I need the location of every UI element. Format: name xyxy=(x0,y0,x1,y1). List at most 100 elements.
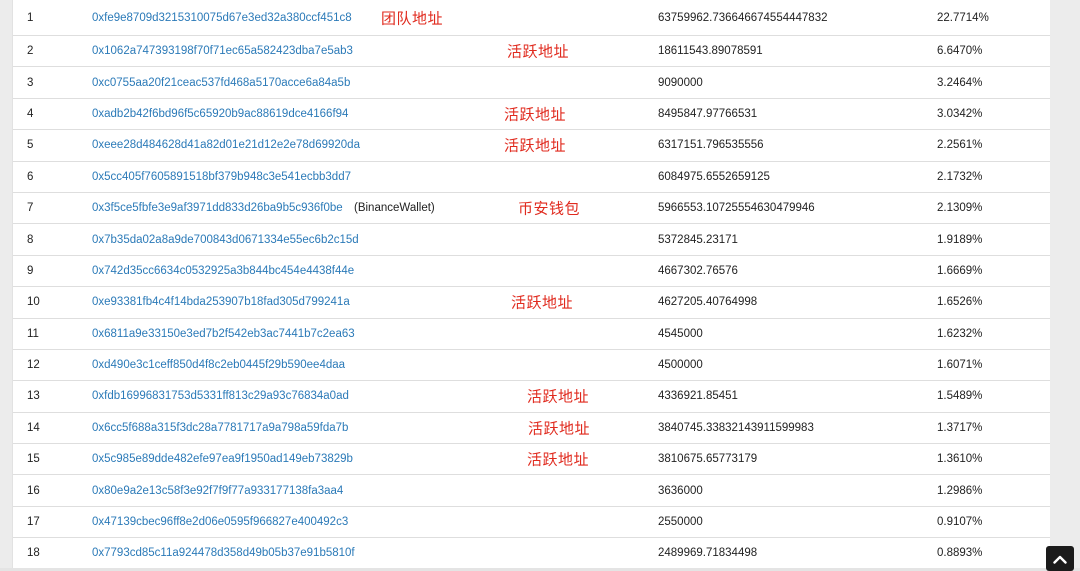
handwritten-annotation: 活跃地址 xyxy=(511,293,574,312)
holder-address-link[interactable]: 0x1062a747393198f70f71ec65a582423dba7e5a… xyxy=(92,45,353,57)
rank-cell: 11 xyxy=(27,327,39,340)
percentage-cell: 3.0342% xyxy=(937,107,983,120)
percentage-cell: 1.6669% xyxy=(937,264,983,277)
screenshot-frame: 1 0xfe9e8709d3215310075d67e3ed32a380ccf45… xyxy=(0,0,1080,571)
quantity-cell: 9090000 xyxy=(658,76,703,89)
percentage-cell: 3.2464% xyxy=(937,76,983,89)
table-row: 6 0x5cc405f7605891518bf379b948c3e541ecbb3… xyxy=(13,160,1050,192)
rank-cell: 13 xyxy=(27,390,40,403)
quantity-cell: 2489969.71834498 xyxy=(658,547,758,560)
rank-cell: 12 xyxy=(27,359,40,372)
percentage-cell: 1.6232% xyxy=(937,327,983,340)
rank-cell: 3 xyxy=(27,76,34,89)
table-row: 7 0x3f5ce5fbfe3e9af3971dd833d26ba9b5c936f… xyxy=(13,191,1050,223)
chevron-up-icon xyxy=(1053,555,1067,564)
table-row: 17 0x47139cbec96ff8e2d06e0595f966827e4004… xyxy=(13,505,1050,537)
quantity-cell: 2550000 xyxy=(658,516,703,529)
table-body: 1 0xfe9e8709d3215310075d67e3ed32a380ccf45… xyxy=(13,0,1050,569)
quantity-cell: 3810675.65773179 xyxy=(658,453,758,466)
handwritten-annotation: 活跃地址 xyxy=(527,387,590,406)
quantity-cell: 3636000 xyxy=(658,484,703,497)
table-row: 1 0xfe9e8709d3215310075d67e3ed32a380ccf45… xyxy=(13,0,1050,35)
holder-address-link[interactable]: 0x742d35cc6634c0532925a3b844bc454e4438f4… xyxy=(92,265,354,277)
quantity-cell: 4500000 xyxy=(658,359,703,372)
quantity-cell: 6084975.6552659125 xyxy=(658,170,770,183)
holder-address-link[interactable]: 0xeee28d484628d41a82d01e21d12e2e78d69920… xyxy=(92,139,360,151)
holder-address-link[interactable]: 0xfe9e8709d3215310075d67e3ed32a380ccf451… xyxy=(92,12,352,24)
rank-cell: 14 xyxy=(27,421,40,434)
handwritten-annotation: 活跃地址 xyxy=(528,419,591,438)
quantity-cell: 4627205.40764998 xyxy=(658,296,758,309)
quantity-cell: 63759962.736646674554447832 xyxy=(658,11,828,24)
holder-address-link[interactable]: 0xc0755aa20f21ceac537fd468a5170acce6a84a… xyxy=(92,77,350,89)
rank-cell: 8 xyxy=(27,233,34,246)
holder-address-link[interactable]: 0x47139cbec96ff8e2d06e0595f966827e400492… xyxy=(92,516,348,528)
holder-address-link[interactable]: 0x80e9a2e13c58f3e92f7f9f77a933177138fa3a… xyxy=(92,485,343,497)
holder-address-link[interactable]: 0x7b35da02a8a9de700843d0671334e55ec6b2c1… xyxy=(92,234,359,246)
rank-cell: 18 xyxy=(27,547,40,560)
percentage-cell: 22.7714% xyxy=(937,11,989,24)
rank-cell: 7 xyxy=(27,202,34,215)
percentage-cell: 2.1732% xyxy=(937,170,983,183)
rank-cell: 10 xyxy=(27,296,40,309)
rank-cell: 4 xyxy=(27,107,34,120)
quantity-cell: 4545000 xyxy=(658,327,703,340)
holder-address-link[interactable]: 0xfdb16996831753d5331ff813c29a93c76834a0… xyxy=(92,390,349,402)
rank-cell: 6 xyxy=(27,170,34,183)
table-row: 5 0xeee28d484628d41a82d01e21d12e2e78d6992… xyxy=(13,129,1050,160)
holder-address-link[interactable]: 0x3f5ce5fbfe3e9af3971dd833d26ba9b5c936f0… xyxy=(92,202,343,214)
table-row: 18 0x7793cd85c11a924478d358d49b05b37e91b5… xyxy=(13,537,1050,568)
rank-cell: 9 xyxy=(27,264,34,277)
holder-address-link[interactable]: 0x5c985e89dde482efe97ea9f1950ad149eb7382… xyxy=(92,453,353,465)
handwritten-annotation: 活跃地址 xyxy=(504,105,567,124)
handwritten-annotation: 活跃地址 xyxy=(504,136,567,155)
table-row: 2 0x1062a747393198f70f71ec65a582423dba7e5… xyxy=(13,35,1050,66)
percentage-cell: 1.2986% xyxy=(937,484,983,497)
holder-address-link[interactable]: 0xe93381fb4c4f14bda253907b18fad305d79924… xyxy=(92,296,350,308)
holder-address-link[interactable]: 0x7793cd85c11a924478d358d49b05b37e91b581… xyxy=(92,547,355,559)
holder-address-link[interactable]: 0xadb2b42f6bd96f5c65920b9ac88619dce4166f… xyxy=(92,108,348,120)
handwritten-annotation: 团队地址 xyxy=(381,9,444,27)
quantity-cell: 4336921.85451 xyxy=(658,390,738,403)
percentage-cell: 2.2561% xyxy=(937,139,983,152)
quantity-cell: 4667302.76576 xyxy=(658,264,738,277)
table-row: 15 0x5c985e89dde482efe97ea9f1950ad149eb73… xyxy=(13,443,1050,474)
table-row: 14 0x6cc5f688a315f3dc28a7781717a9a798a59f… xyxy=(13,411,1050,443)
percentage-cell: 1.6071% xyxy=(937,359,983,372)
table-row: 16 0x80e9a2e13c58f3e92f7f9f77a933177138fa… xyxy=(13,474,1050,505)
table-row: 3 0xc0755aa20f21ceac537fd468a5170acce6a84… xyxy=(13,66,1050,97)
quantity-cell: 3840745.33832143911599983 xyxy=(658,421,814,434)
handwritten-annotation: 活跃地址 xyxy=(507,42,570,61)
holder-address-link[interactable]: 0x6cc5f688a315f3dc28a7781717a9a798a59fda… xyxy=(92,422,348,434)
back-to-top-button[interactable] xyxy=(1046,546,1074,571)
handwritten-annotation: 活跃地址 xyxy=(527,450,590,469)
percentage-cell: 6.6470% xyxy=(937,45,983,58)
quantity-cell: 8495847.97766531 xyxy=(658,107,758,120)
percentage-cell: 0.8893% xyxy=(937,547,983,560)
address-tag: (BinanceWallet) xyxy=(354,202,435,215)
percentage-cell: 1.3610% xyxy=(937,453,983,466)
percentage-cell: 0.9107% xyxy=(937,516,983,529)
table-row: 8 0x7b35da02a8a9de700843d0671334e55ec6b2c… xyxy=(13,223,1050,254)
table-row: 11 0x6811a9e33150e3ed7b2f542eb3ac7441b7c2… xyxy=(13,317,1050,349)
holder-address-link[interactable]: 0x6811a9e33150e3ed7b2f542eb3ac7441b7c2ea… xyxy=(92,328,355,340)
token-holders-table: 1 0xfe9e8709d3215310075d67e3ed32a380ccf45… xyxy=(12,0,1050,568)
percentage-cell: 2.1309% xyxy=(937,202,983,215)
table-row: 13 0xfdb16996831753d5331ff813c29a93c76834… xyxy=(13,380,1050,411)
holder-address-link[interactable]: 0xd490e3c1ceff850d4f8c2eb0445f29b590ee4d… xyxy=(92,359,345,371)
percentage-cell: 1.5489% xyxy=(937,390,983,403)
quantity-cell: 5372845.23171 xyxy=(658,233,738,246)
quantity-cell: 5966553.10725554630479946 xyxy=(658,202,815,215)
handwritten-annotation: 币安钱包 xyxy=(518,199,581,218)
percentage-cell: 1.3717% xyxy=(937,421,983,434)
rank-cell: 2 xyxy=(27,45,34,58)
page-margin xyxy=(1050,0,1080,571)
quantity-cell: 6317151.796535556 xyxy=(658,139,764,152)
table-row: 9 0x742d35cc6634c0532925a3b844bc454e4438f… xyxy=(13,254,1050,286)
percentage-cell: 1.6526% xyxy=(937,296,983,309)
quantity-cell: 18611543.89078591 xyxy=(658,45,763,58)
rank-cell: 1 xyxy=(27,11,34,24)
table-row: 10 0xe93381fb4c4f14bda253907b18fad305d799… xyxy=(13,286,1050,317)
rank-cell: 16 xyxy=(27,484,40,497)
holder-address-link[interactable]: 0x5cc405f7605891518bf379b948c3e541ecbb3d… xyxy=(92,171,351,183)
